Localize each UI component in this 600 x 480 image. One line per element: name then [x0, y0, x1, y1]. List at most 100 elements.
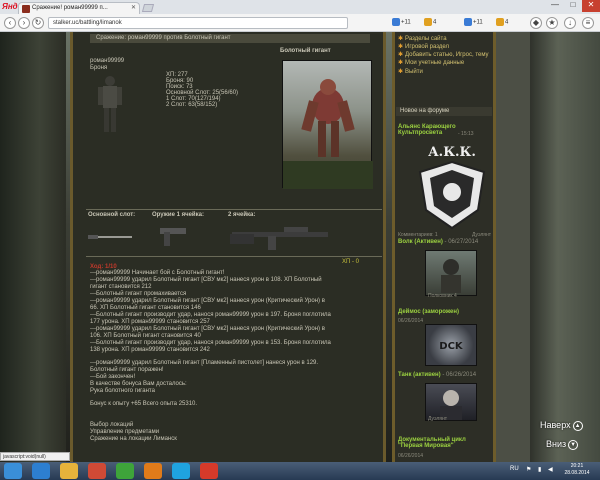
- player-stat-slot2: 2 Слот: 63(58/152): [166, 102, 218, 108]
- close-window-button[interactable]: ✕: [582, 0, 600, 12]
- monster-image: [282, 60, 373, 189]
- battle-log-line: Рука болотного гиганта: [90, 388, 155, 394]
- battle-log-line: В качестве бонуса Вам досталось:: [90, 381, 187, 387]
- cloud-icon: [392, 18, 400, 26]
- language-indicator[interactable]: RU: [510, 466, 519, 472]
- mail-icon: [496, 18, 504, 26]
- extension-mail-1[interactable]: 4: [424, 18, 436, 26]
- scroll-up-button[interactable]: Наверх ▲: [540, 420, 583, 431]
- tab-close-icon[interactable]: ✕: [131, 4, 136, 11]
- weapon1-label: Оружие 1 ячейка:: [152, 212, 204, 218]
- clock-date: 28.08.2014: [564, 470, 590, 476]
- forum-post-title[interactable]: Танк (активен) - 06/26/2014: [398, 372, 476, 378]
- folder-icon[interactable]: [60, 463, 78, 479]
- menu-item-logout[interactable]: ✱ Выйти: [398, 68, 423, 75]
- battle-log-line: гигант становится 212: [90, 284, 152, 290]
- link-items[interactable]: Управление предметами: [90, 429, 159, 436]
- battle-log-line: 177 урона. ХП роман99999 становится 257: [90, 319, 210, 325]
- battle-log-line: ---роман99999 ударил Болотный гигант [СВ…: [90, 277, 322, 283]
- address-bar[interactable]: stalker.uc/battling/limanok: [48, 17, 348, 29]
- forum-post-title[interactable]: Альянс Карающего Культпросвета: [398, 124, 490, 136]
- minimize-button[interactable]: —: [546, 0, 564, 12]
- battle-log-line: ---роман99999 ударил Болотный гигант [СВ…: [90, 298, 325, 304]
- yandex-browser-icon[interactable]: [200, 463, 218, 479]
- menu-item-sections[interactable]: ✱ Разделы сайта: [398, 35, 447, 42]
- battle-log-line: Бонус к опыту +65 Всего опыта 25310.: [90, 401, 198, 407]
- download-icon[interactable]: ↓: [564, 17, 576, 29]
- link-battle-limansk[interactable]: Сражение на локации Лиманск: [90, 436, 177, 443]
- clock-time: 20:21: [570, 463, 584, 469]
- volume-icon[interactable]: ◀: [548, 466, 553, 473]
- player-name[interactable]: роман99999: [90, 58, 124, 65]
- browser-tab[interactable]: Сражение! роман99999 п... ✕: [18, 2, 140, 14]
- monster-name: Болотный гигант: [280, 48, 331, 54]
- forum-news-header: Новое на форуме: [396, 107, 492, 116]
- tab-favicon-icon: [22, 5, 30, 13]
- new-tab-button[interactable]: [141, 4, 155, 12]
- sidebar-strip: [496, 32, 530, 462]
- menu-item-add[interactable]: ✱ Добавить статью, Игрос, тему: [398, 51, 489, 58]
- player-subtitle: Броня: [90, 65, 108, 71]
- knife-icon: [88, 234, 136, 242]
- battle-log-line: 106. ХП Болотный гигант становится 40: [90, 333, 201, 339]
- mail-icon: [424, 18, 432, 26]
- akk-logo: А.К.К.: [414, 140, 490, 230]
- pistol-icon: [156, 222, 190, 250]
- divider: [86, 256, 382, 257]
- bullet-icon: ✱: [398, 36, 404, 42]
- bullet-icon: ✱: [398, 60, 404, 66]
- battle-log-line: 66. ХП Болотный гигант становится 146: [90, 305, 201, 311]
- firefox-icon[interactable]: [144, 463, 162, 479]
- weapon2-label: 2 ячейка:: [228, 212, 256, 218]
- background-art-right: [530, 32, 600, 462]
- small-caption: Дуэлянт: [428, 416, 448, 422]
- maximize-button[interactable]: □: [564, 0, 582, 12]
- forum-post-date: - 15:13: [458, 131, 474, 137]
- back-icon[interactable]: ‹: [4, 17, 16, 29]
- star-icon[interactable]: ★: [546, 17, 558, 29]
- rifle-icon: [228, 224, 330, 254]
- battle-log-line: 138 урона. ХП роман99999 становится 242: [90, 347, 210, 353]
- flag-icon[interactable]: ⚑: [526, 466, 531, 473]
- forum-post-date: 06/26/2014: [398, 318, 424, 324]
- ie-icon[interactable]: [32, 463, 50, 479]
- menu-icon[interactable]: ≡: [582, 17, 594, 29]
- forward-icon[interactable]: ›: [18, 17, 30, 29]
- bullet-icon: ✱: [398, 52, 404, 58]
- small-caption: Полковник 4: [428, 293, 457, 299]
- menu-item-game[interactable]: ✱ Игровой раздел: [398, 43, 449, 50]
- battle-log: ---роман99999 Начинает бой с Болотный ги…: [90, 270, 382, 408]
- battle-log-line: ---Бой закончен!: [90, 374, 136, 380]
- chrome-icon[interactable]: [88, 463, 106, 479]
- extension-cloud-1[interactable]: +11: [392, 18, 411, 26]
- green-app-icon[interactable]: [116, 463, 134, 479]
- forum-post-image[interactable]: DCK: [425, 324, 477, 366]
- player-avatar: [95, 74, 125, 134]
- forum-post-title[interactable]: Деймос (заморожен): [398, 309, 459, 315]
- shield-icon[interactable]: ◆: [530, 17, 542, 29]
- svg-text:DCK: DCK: [439, 341, 464, 352]
- forum-post-date: 06/26/2014: [398, 453, 424, 459]
- windows-start-icon[interactable]: [4, 463, 22, 479]
- taskbar-clock[interactable]: 20:21 28.08.2014: [560, 463, 594, 477]
- forum-post-image[interactable]: [425, 250, 477, 296]
- skype-icon[interactable]: [172, 463, 190, 479]
- forum-post-title[interactable]: Волк (Активен) - 06/27/2014: [398, 239, 478, 245]
- svg-text:А.К.К.: А.К.К.: [428, 145, 476, 160]
- extension-cloud-2[interactable]: +11: [464, 18, 483, 26]
- tab-title: Сражение! роман99999 п...: [32, 5, 108, 11]
- battle-log-line: ---Болотный гигант производит удар, нано…: [90, 312, 331, 318]
- scroll-down-button[interactable]: Вниз ▼: [546, 439, 579, 450]
- small-caption: Комментариев: 1: [398, 232, 438, 238]
- battle-header: Сражение: роман99999 против Болотный гиг…: [90, 34, 370, 43]
- extension-mail-2[interactable]: 4: [496, 18, 508, 26]
- forum-post-title[interactable]: Документальный цикл "Первая Мировая": [398, 437, 490, 449]
- reload-icon[interactable]: ↻: [32, 17, 44, 29]
- menu-item-account[interactable]: ✱ Мои учетные данные: [398, 59, 464, 66]
- battle-log-line: ---роман99999 ударил Болотный гигант [СВ…: [90, 326, 325, 332]
- link-locations[interactable]: Выбор локаций: [90, 422, 133, 429]
- network-icon[interactable]: ▮: [538, 466, 541, 473]
- monster-hp-marker: ХП - 0: [342, 259, 359, 265]
- address-bar-text: stalker.uc/battling/limanok: [53, 20, 122, 26]
- battle-log-line: ---Болотный гигант промахивается: [90, 291, 187, 297]
